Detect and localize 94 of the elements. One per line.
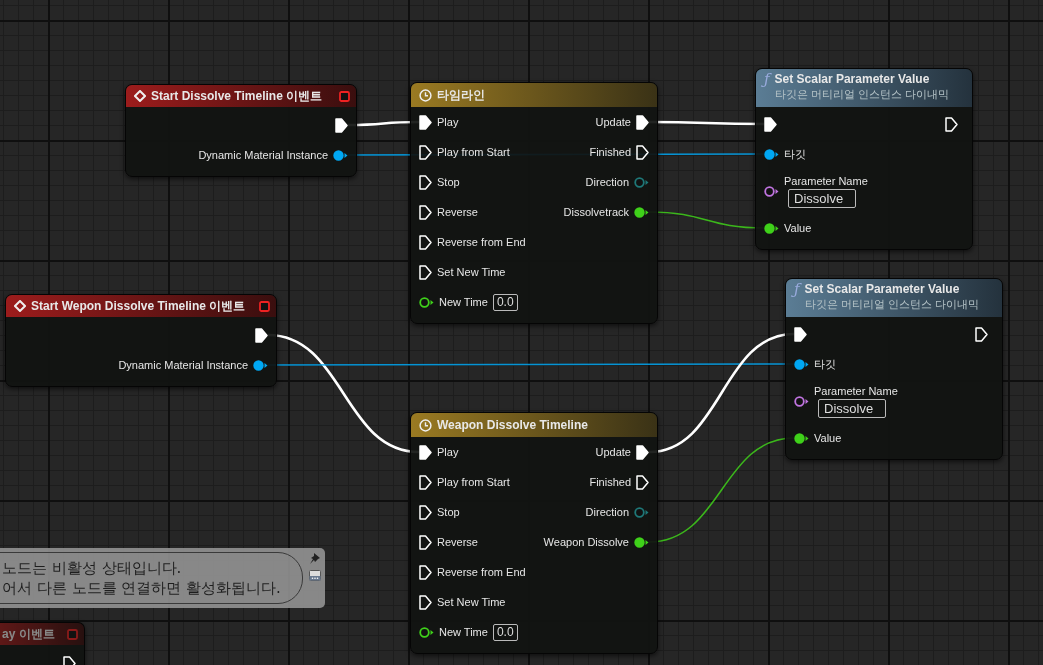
exec-pin-icon[interactable] — [975, 326, 988, 342]
pin-label: Stop — [437, 506, 460, 518]
comment-text: 어서 다른 노드를 연결하면 활성화됩니다. — [2, 578, 282, 598]
data-pin-icon[interactable] — [764, 185, 779, 197]
pin-label: Set New Time — [437, 596, 506, 608]
pin-label: Play from Start — [437, 476, 510, 488]
pin-label: 타깃 — [784, 146, 806, 162]
pin-label: Update — [595, 446, 631, 458]
pin-label: Dynamic Material Instance — [118, 359, 248, 371]
exec-pin-icon[interactable] — [764, 116, 777, 132]
clock-icon — [419, 88, 432, 102]
pin-label: Weapon Dissolve — [543, 536, 629, 548]
pin-label: Finished — [589, 476, 631, 488]
event-icon — [14, 300, 26, 312]
exec-pin-icon[interactable] — [419, 174, 432, 190]
pin-label: Reverse — [437, 536, 478, 548]
data-pin-icon[interactable] — [794, 395, 809, 407]
graph-node[interactable]: ƒ Set Scalar Parameter Value 타깃은 머티리얼 인스턴스 다이내믹 타깃 Parameter Name Dissolve Value — [785, 278, 1003, 460]
exec-pin-icon[interactable] — [636, 144, 649, 160]
exec-pin-icon[interactable] — [419, 444, 432, 460]
pushpin-icon[interactable] — [309, 552, 321, 565]
pin-label: Set New Time — [437, 266, 506, 278]
pin-label: Value — [784, 222, 812, 234]
exec-pin-icon[interactable] — [419, 144, 432, 160]
event-icon — [134, 90, 146, 102]
graph-node[interactable]: ƒ Set Scalar Parameter Value 타깃은 머티리얼 인스턴스 다이내믹 타깃 Parameter Name Dissolve Value — [755, 68, 973, 250]
pin-label: Dissolvetrack — [563, 206, 629, 218]
pin-label: Finished — [589, 146, 631, 158]
delegate-pin-icon[interactable] — [259, 300, 270, 312]
node-title: 타임라인 — [437, 86, 485, 104]
exec-pin-icon[interactable] — [419, 264, 432, 280]
pin-label: 타깃 — [814, 356, 836, 372]
graph-node[interactable]: ay 이벤트 — [0, 622, 85, 665]
exec-pin-icon[interactable] — [419, 114, 432, 130]
pin-label: Reverse — [437, 206, 478, 218]
pin-label: Update — [595, 116, 631, 128]
exec-pin-icon[interactable] — [419, 534, 432, 550]
pin-label: Parameter Name — [814, 384, 898, 397]
exec-pin-icon[interactable] — [335, 117, 348, 133]
pin-label: Parameter Name — [784, 174, 868, 187]
exec-pin-icon[interactable] — [636, 114, 649, 130]
data-pin-icon[interactable] — [764, 148, 779, 160]
value-field[interactable]: 0.0 — [492, 293, 518, 311]
data-pin-icon[interactable] — [794, 358, 809, 370]
data-pin-icon[interactable] — [634, 536, 649, 548]
value-field[interactable]: Dissolve — [818, 398, 886, 418]
node-title: Set Scalar Parameter Value — [774, 72, 931, 86]
pin-label: Value — [814, 432, 842, 444]
pin-label: New Time — [439, 296, 488, 308]
node-title: Start Wepon Dissolve Timeline 이벤트 — [31, 297, 246, 315]
pin-label: Reverse from End — [437, 566, 526, 578]
graph-node[interactable]: 타임라인 Play Play from Start Stop Reverse Reverse from End Set New Time New Time 0.0 Update Finished Direction Dissolvetrack — [410, 82, 658, 324]
node-subtitle: 타깃은 머티리얼 인스턴스 다이내믹 — [804, 297, 979, 312]
value-field[interactable]: Dissolve — [788, 188, 856, 208]
node-title: ay 이벤트 — [2, 625, 55, 643]
delegate-pin-icon[interactable] — [339, 90, 350, 102]
comment-icon[interactable] — [309, 570, 321, 581]
data-pin-icon[interactable] — [794, 432, 809, 444]
exec-pin-icon[interactable] — [419, 504, 432, 520]
exec-pin-icon[interactable] — [636, 474, 649, 490]
graph-node[interactable]: Weapon Dissolve Timeline Play Play from Start Stop Reverse Reverse from End Set New Time New Time 0.0 Update Finished Direction Weapon Dissolve — [410, 412, 658, 654]
pin-label: Stop — [437, 176, 460, 188]
graph-node[interactable]: Start Dissolve Timeline 이벤트 Dynamic Material Instance — [125, 84, 357, 177]
pin-label: Dynamic Material Instance — [198, 149, 328, 161]
comment-text: 노드는 비활성 상태입니다. — [2, 558, 183, 578]
node-title: Start Dissolve Timeline 이벤트 — [151, 87, 323, 105]
data-pin-icon[interactable] — [333, 149, 348, 161]
exec-pin-icon[interactable] — [419, 204, 432, 220]
exec-pin-icon[interactable] — [794, 326, 807, 342]
pin-label: Direction — [585, 176, 629, 188]
exec-pin-icon[interactable] — [419, 474, 432, 490]
exec-pin-icon[interactable] — [945, 116, 958, 132]
exec-pin-icon[interactable] — [419, 594, 432, 610]
value-field[interactable]: 0.0 — [492, 623, 518, 641]
data-pin-icon[interactable] — [419, 296, 434, 308]
pin-label: Play — [437, 446, 459, 458]
pin-label: Play — [437, 116, 459, 128]
pin-label: Direction — [585, 506, 629, 518]
exec-pin-icon[interactable] — [255, 327, 268, 343]
data-pin-icon[interactable] — [634, 206, 649, 218]
exec-pin-icon[interactable] — [636, 444, 649, 460]
pin-label: Reverse from End — [437, 236, 526, 248]
pin-label: Play from Start — [437, 146, 510, 158]
node-title: Set Scalar Parameter Value — [804, 282, 961, 296]
exec-pin-icon[interactable] — [419, 234, 432, 250]
exec-pin-icon[interactable] — [419, 564, 432, 580]
data-pin-icon[interactable] — [253, 359, 268, 371]
node-subtitle: 타깃은 머티리얼 인스턴스 다이내믹 — [774, 87, 949, 102]
data-pin-icon[interactable] — [419, 626, 434, 638]
graph-node[interactable]: Start Wepon Dissolve Timeline 이벤트 Dynamic Material Instance — [5, 294, 277, 387]
clock-icon — [419, 418, 432, 432]
node-title: Weapon Dissolve Timeline — [437, 418, 588, 432]
data-pin-icon[interactable] — [764, 222, 779, 234]
pin-label: New Time — [439, 626, 488, 638]
